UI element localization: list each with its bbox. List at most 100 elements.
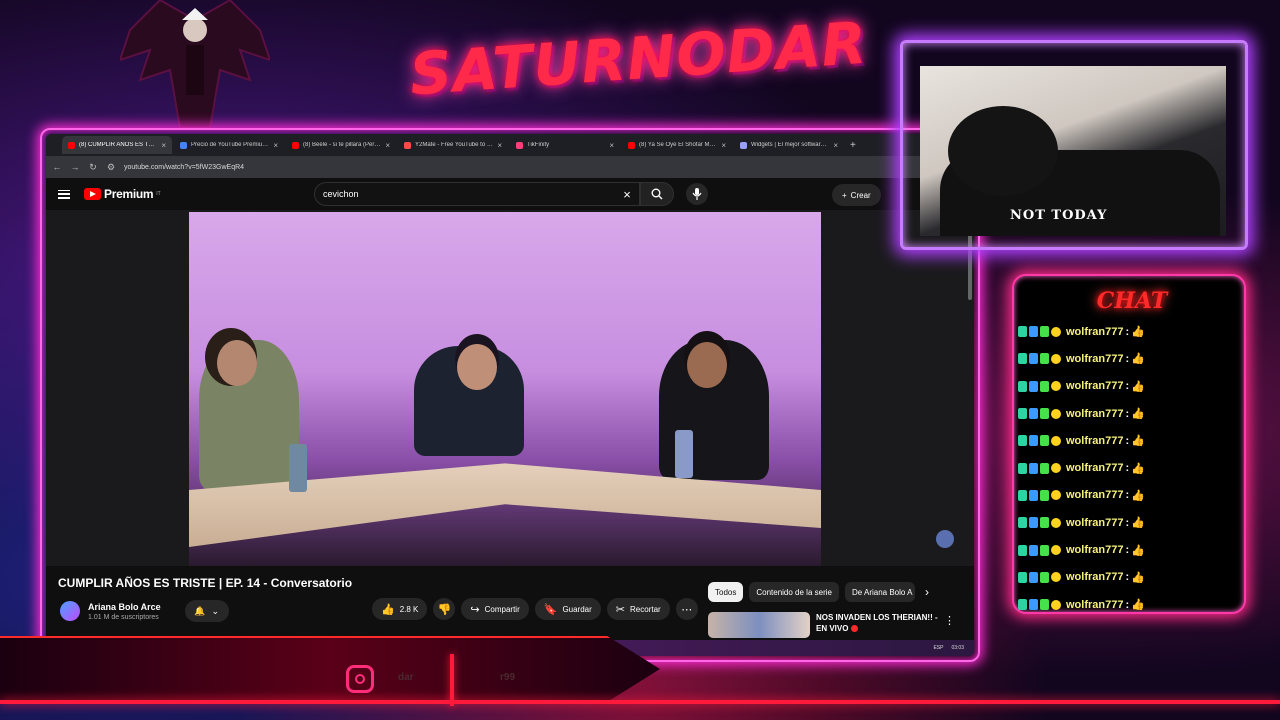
clip-button[interactable]: ✂ Recortar <box>606 598 670 620</box>
tab-4[interactable]: TikFinity × <box>510 136 620 154</box>
tab-close-icon[interactable]: × <box>385 141 390 150</box>
thumbs-up-icon: 👍 <box>381 603 395 616</box>
channel-name[interactable]: Ariana Bolo Arce <box>88 602 161 612</box>
platform-badge-icon <box>1018 462 1027 474</box>
video-frame[interactable] <box>189 212 821 566</box>
tab-label: Y2Mate - Free YouTube to MP3 <box>415 142 494 148</box>
like-button[interactable]: 👍 2.8 K <box>372 598 428 620</box>
moderator-badge-icon <box>1029 408 1038 420</box>
tab-label: (8) CUMPLIR AÑOS ES TRISTE <box>79 142 158 148</box>
channel-row: Ariana Bolo Arce 1.01 M de suscriptores … <box>60 596 229 626</box>
coin-badge-icon <box>1051 326 1061 337</box>
moderator-badge-icon <box>1029 517 1038 529</box>
arrows-badge-icon <box>1040 408 1049 420</box>
chat-username: wolfran777 <box>1066 352 1124 365</box>
tab-close-icon[interactable]: × <box>721 141 726 150</box>
coin-badge-icon <box>1051 381 1061 392</box>
tab-close-icon[interactable]: × <box>833 141 838 150</box>
chat-message: wolfran777 : 👍 <box>1018 509 1238 536</box>
tab-close-icon[interactable]: × <box>609 141 614 150</box>
language-indicator[interactable]: ESP <box>933 645 943 651</box>
banner-handle-left: dar <box>398 672 414 683</box>
chip-all[interactable]: Todos <box>708 582 744 602</box>
coin-badge-icon <box>1051 435 1061 446</box>
y2mate-favicon-icon <box>404 141 411 149</box>
platform-badge-icon <box>1018 380 1027 392</box>
notifications-button[interactable]: 🔔 ⌄ <box>184 600 229 622</box>
bell-icon: 🔔 <box>194 605 206 616</box>
plus-icon: + <box>842 190 847 200</box>
dislike-button[interactable]: 👎 <box>433 598 456 620</box>
chat-separator: : <box>1125 462 1130 475</box>
moderator-badge-icon <box>1029 435 1038 447</box>
tab-0[interactable]: (8) CUMPLIR AÑOS ES TRISTE × <box>62 136 172 154</box>
clock[interactable]: 03:03 <box>951 645 964 651</box>
channel-avatar[interactable] <box>60 601 80 621</box>
chat-username: wolfran777 <box>1066 489 1124 502</box>
tab-close-icon[interactable]: × <box>497 141 502 150</box>
thumbs-up-emote-icon: 👍 <box>1131 462 1145 475</box>
chip-channel[interactable]: De Ariana Bolo A <box>844 582 915 602</box>
back-icon[interactable]: ← <box>52 162 62 172</box>
thumbs-up-emote-icon: 👍 <box>1131 380 1145 393</box>
platform-badge-icon <box>1018 571 1027 583</box>
tab-6[interactable]: Widgets | El mejor software para × <box>734 136 844 154</box>
tab-close-icon[interactable]: × <box>273 141 278 150</box>
youtube-header: Premium IT × + Crear <box>46 178 974 210</box>
save-button[interactable]: 🔖 Guardar <box>534 598 601 620</box>
voice-search-button[interactable] <box>686 183 708 205</box>
like-count: 2.8 K <box>399 604 419 614</box>
video-player-area[interactable] <box>46 210 974 566</box>
recommended-thumbnail[interactable] <box>708 612 810 638</box>
chat-username: wolfran777 <box>1066 325 1124 338</box>
tab-close-icon[interactable]: × <box>161 141 166 150</box>
forward-icon[interactable]: → <box>70 162 80 172</box>
video-actions: 👍 2.8 K 👎 ↪ Compartir 🔖 Guardar ✂ Recort… <box>372 598 698 620</box>
moderator-badge-icon <box>1029 571 1038 583</box>
tab-2[interactable]: (8) Beéle - si te pillara (Performance) … <box>286 136 396 154</box>
tab-label: TikFinity <box>527 142 550 148</box>
more-actions-button[interactable]: ⋯ <box>675 598 698 620</box>
platform-badge-icon <box>1018 353 1027 365</box>
tikfinity-favicon-icon <box>516 141 523 149</box>
channel-subscribers: 1.01 M de suscriptores <box>88 613 159 621</box>
video-tumbler-left <box>289 444 307 492</box>
chat-separator: : <box>1125 598 1130 611</box>
more-vertical-icon[interactable]: ⋮ <box>944 614 955 627</box>
arrows-badge-icon <box>1040 353 1049 365</box>
arrows-badge-icon <box>1040 544 1049 556</box>
url-field[interactable]: youtube.com/watch?v=5fW23GwEqR4 <box>124 164 932 171</box>
social-banner <box>0 636 660 702</box>
tab-bar: (8) CUMPLIR AÑOS ES TRISTE × Precio de Y… <box>46 134 974 156</box>
recommended-video[interactable]: NOS INVADEN LOS THERIAN!! - EN VIVO <box>708 612 938 638</box>
tab-label: (8) Ya Se Oye El Shofar Medley <box>639 142 718 148</box>
menu-icon[interactable] <box>58 189 70 199</box>
clear-search-icon[interactable]: × <box>615 187 639 202</box>
tab-label: (8) Beéle - si te pillara (Performance) <box>303 142 381 148</box>
recommended-title[interactable]: NOS INVADEN LOS THERIAN!! - EN VIVO <box>816 612 938 638</box>
chevron-right-icon[interactable]: › <box>925 585 929 599</box>
chat-list: wolfran777 : 👍 wolfran777 : 👍 wolfran777… <box>1018 318 1238 618</box>
chat-message: wolfran777 : 👍 <box>1018 373 1238 400</box>
search-input[interactable] <box>323 189 615 199</box>
video-title: CUMPLIR AÑOS ES TRISTE | EP. 14 - Conver… <box>58 576 353 590</box>
moderator-badge-icon <box>1029 353 1038 365</box>
search-box: × <box>314 182 640 206</box>
arrows-badge-icon <box>1040 326 1049 338</box>
coin-badge-icon <box>1051 490 1061 501</box>
create-button[interactable]: + Crear <box>832 184 881 206</box>
channel-watermark-icon[interactable] <box>936 530 954 548</box>
share-button[interactable]: ↪ Compartir <box>461 598 529 620</box>
site-info-icon[interactable]: ⚙ <box>106 162 116 173</box>
chat-separator: : <box>1125 489 1130 502</box>
tab-3[interactable]: Y2Mate - Free YouTube to MP3 × <box>398 136 508 154</box>
new-tab-icon[interactable]: + <box>846 140 860 151</box>
clip-label: Recortar <box>630 604 661 614</box>
tab-1[interactable]: Precio de YouTube Premium - Go × <box>174 136 284 154</box>
search-button[interactable] <box>640 182 674 206</box>
tab-5[interactable]: (8) Ya Se Oye El Shofar Medley × <box>622 136 732 154</box>
chat-title: CHAT <box>1096 288 1168 314</box>
chip-series[interactable]: Contenido de la serie <box>749 582 839 602</box>
youtube-logo[interactable]: Premium IT <box>84 187 161 201</box>
reload-icon[interactable]: ↻ <box>88 162 98 173</box>
